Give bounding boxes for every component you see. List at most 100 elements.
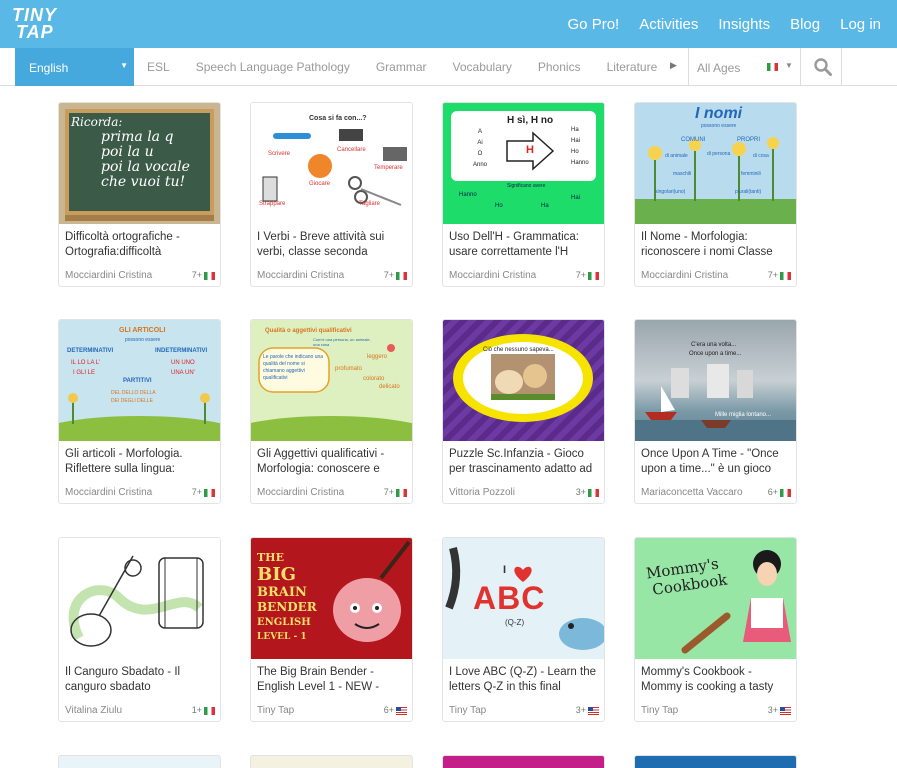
thumb-text: Mille miglia lontano... [715, 412, 772, 418]
activity-card[interactable]: Cosa si fa con...? Scrivere Cancellare T… [250, 102, 413, 287]
card-author[interactable]: Tiny Tap [449, 705, 486, 716]
card-author[interactable]: Vittoria Pozzoli [449, 487, 515, 498]
thumb-text: H [526, 144, 534, 156]
activity-card[interactable] [250, 755, 413, 768]
thumb-text: PARTITIVI [123, 378, 152, 384]
thumb-text: A [478, 129, 483, 135]
activity-card[interactable]: Ciò che nessuno sapeva... Puzzle Sc.Infa… [442, 319, 605, 504]
language-select[interactable]: English ▼ [15, 48, 134, 86]
italy-flag-icon [204, 271, 215, 280]
thumb-text: Com'è una persona, un animale, una cosa [313, 337, 371, 347]
thumb-text: H sì, H no [507, 115, 554, 126]
card-title[interactable]: Uso Dell'H - Grammatica: usare correttam… [449, 230, 601, 260]
activity-card[interactable]: Ricorda: prima la q poi la u poi la voca… [58, 102, 221, 287]
thumb-text: Hai [571, 195, 581, 201]
card-author[interactable]: Mocciardini Cristina [65, 270, 152, 281]
category-literature[interactable]: Literature [594, 60, 668, 74]
card-age: 7+ [768, 270, 791, 280]
thumb-text: Le parole che indicano una qualità del n… [263, 354, 324, 381]
thumb-text: Ha [571, 127, 579, 133]
activity-card[interactable]: Qualità o aggettivi qualificativi Com'è … [250, 319, 413, 504]
card-title[interactable]: Il Canguro Sbadato - Il canguro sbadato [65, 665, 217, 695]
card-author[interactable]: Vitalina Ziulu [65, 705, 122, 716]
activity-card[interactable] [442, 755, 605, 768]
card-age: 7+ [576, 270, 599, 280]
card-title[interactable]: Il Nome - Morfologia: riconoscere i nomi… [641, 230, 793, 260]
thumb-text: I GLI LE [73, 370, 96, 376]
thumb-text: DETERMINATIVI [67, 348, 114, 354]
thumb-text: Ai [477, 140, 483, 146]
card-thumbnail: H sì, H no A Ai O Anno H Ha Hai Ho Hanno… [443, 103, 604, 224]
tinytap-logo[interactable]: TINY TAP [12, 6, 74, 42]
thumb-text: Qualità o aggettivi qualificativi [265, 328, 352, 334]
card-title[interactable]: Mommy's Cookbook - Mommy is cooking a ta… [641, 665, 793, 695]
card-thumbnail: Ricorda: prima la q poi la u poi la voca… [59, 103, 220, 224]
card-author[interactable]: Tiny Tap [257, 705, 294, 716]
card-title[interactable]: Puzzle Sc.Infanzia - Gioco per trascinam… [449, 447, 601, 477]
caret-down-icon: ▼ [785, 61, 793, 70]
caret-down-icon: ▼ [120, 61, 128, 70]
thumb-text: PROPRI [737, 137, 761, 143]
activity-card[interactable]: I ABC (Q-Z) I Love ABC (Q-Z) - Learn the… [442, 537, 605, 722]
thumb-text: COMUNI [681, 137, 706, 143]
thumb-text: Ricorda: [71, 115, 123, 129]
thumb-text: Cancellare [337, 147, 366, 153]
thumb-text: (Q-Z) [505, 618, 525, 627]
nav-activities[interactable]: Activities [639, 16, 698, 33]
category-vocabulary[interactable]: Vocabulary [440, 60, 525, 74]
main-nav: Go Pro! Activities Insights Blog Log in [568, 0, 897, 48]
activity-card[interactable]: Mommy's Cookbook Mommy's Cookbook - Momm… [634, 537, 797, 722]
nav-insights[interactable]: Insights [718, 16, 770, 33]
activity-card[interactable]: Il Canguro Sbadato - Il canguro sbadato … [58, 537, 221, 722]
top-bar: TINY TAP Go Pro! Activities Insights Blo… [0, 0, 897, 48]
card-title[interactable]: I Verbi - Breve attività sui verbi, clas… [257, 230, 409, 260]
logo-line2: TAP [16, 22, 54, 42]
card-author[interactable]: Tiny Tap [641, 705, 678, 716]
card-thumbnail: Mommy's Cookbook [635, 538, 796, 659]
age-label: 7+ [191, 270, 202, 280]
category-phonics[interactable]: Phonics [525, 60, 594, 74]
thumb-text: Significano avere [507, 183, 546, 189]
card-age: 7+ [384, 270, 407, 280]
card-title[interactable]: The Big Brain Bender - English Level 1 -… [257, 665, 409, 695]
category-slp[interactable]: Speech Language Pathology [183, 60, 363, 74]
card-author[interactable]: Mocciardini Cristina [641, 270, 728, 281]
nav-log-in[interactable]: Log in [840, 16, 881, 33]
card-title[interactable]: Gli Aggettivi qualificativi - Morfologia… [257, 447, 409, 477]
thumb-text: GLI ARTICOLI [119, 327, 166, 334]
activity-card[interactable] [634, 755, 797, 768]
card-author[interactable]: Mocciardini Cristina [257, 270, 344, 281]
search-button[interactable] [800, 48, 842, 86]
arrow-right-icon[interactable]: ▶ [670, 60, 677, 71]
activity-card[interactable] [58, 755, 221, 768]
age-label: 7+ [767, 270, 778, 280]
card-title[interactable]: I Love ABC (Q-Z) - Learn the letters Q-Z… [449, 665, 601, 695]
card-author[interactable]: Mocciardini Cristina [257, 487, 344, 498]
italy-flag-icon [204, 488, 215, 497]
card-age: 3+ [576, 487, 599, 497]
thumb-text: Cosa si fa con...? [309, 115, 367, 122]
thumb-text: di cosa [753, 153, 769, 159]
card-author[interactable]: Mocciardini Cristina [65, 487, 152, 498]
card-title[interactable]: Once Upon A Time - "Once upon a time..."… [641, 447, 793, 477]
card-title[interactable]: Difficoltà ortografiche - Ortografia:dif… [65, 230, 217, 260]
category-esl[interactable]: ESL [134, 60, 183, 74]
thumb-text: possono essere [701, 123, 737, 129]
thumb-text: C'era una volta... [691, 342, 737, 348]
nav-blog[interactable]: Blog [790, 16, 820, 33]
age-select[interactable]: All Ages ▼ [688, 48, 800, 86]
age-label: 7+ [383, 270, 394, 280]
card-title[interactable]: Gli articoli - Morfologia. Riflettere su… [65, 447, 217, 477]
activity-card[interactable]: I nomi possono essere COMUNI PROPRI di a… [634, 102, 797, 287]
thumb-text: Hai [571, 138, 581, 144]
thumb-text: Scrivere [268, 151, 291, 157]
category-grammar[interactable]: Grammar [363, 60, 440, 74]
nav-go-pro[interactable]: Go Pro! [568, 16, 620, 33]
thumb-text: singolari(uno) [655, 189, 686, 195]
activity-card[interactable]: GLI ARTICOLI possono essere DETERMINATIV… [58, 319, 221, 504]
activity-card[interactable]: H sì, H no A Ai O Anno H Ha Hai Ho Hanno… [442, 102, 605, 287]
activity-card[interactable]: THE BIG BRAIN BENDER ENGLISH LEVEL - 1 T… [250, 537, 413, 722]
card-author[interactable]: Mariaconcetta Vaccaro [641, 487, 743, 498]
activity-card[interactable]: C'era una volta... Once upon a time... M… [634, 319, 797, 504]
card-author[interactable]: Mocciardini Cristina [449, 270, 536, 281]
